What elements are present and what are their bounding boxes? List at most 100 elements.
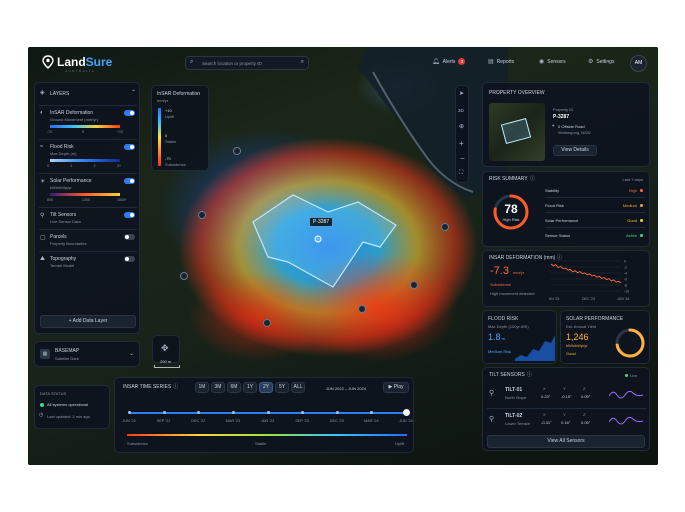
layer-item[interactable]: ⛰ Topography Terrain Model — [39, 251, 137, 273]
layer-name: Topography — [50, 256, 77, 262]
tilt-sensor-row[interactable]: ⚲ TILT-02 Lower Terrace X -0.31° Y 0.18° Z 0.05° — [487, 408, 647, 430]
play-button[interactable]: ▶ Play — [383, 382, 409, 393]
search-input[interactable]: ⌕ Search location or property ID ⌕ — [185, 56, 309, 70]
globe-icon[interactable]: ⊕ — [459, 123, 464, 130]
layer-icon: ☀ — [40, 179, 46, 185]
insar-deformation-panel: INSAR DEFORMATION (mm) ⓘ -7.3 mm/yr Subs… — [482, 250, 650, 307]
range-option[interactable]: 3M — [211, 382, 225, 393]
layer-toggle[interactable] — [124, 234, 135, 240]
zoom-out-icon[interactable]: − — [460, 154, 465, 163]
layer-sub: Live Sensor Data — [50, 219, 81, 224]
flood-title: FLOOD RISK — [488, 316, 519, 322]
info-icon[interactable]: ⓘ — [527, 371, 532, 378]
range-option[interactable]: 5Y — [275, 382, 289, 393]
tilt-sensor-pin[interactable] — [441, 223, 449, 231]
layer-tick: 3+ — [117, 164, 121, 168]
logo[interactable]: Land Sure — [42, 55, 112, 69]
sensors-button[interactable]: ◉ Sensors — [539, 58, 566, 66]
basemap-panel[interactable]: ▦ BASEMAP Satellite Dark ⌄ — [34, 341, 140, 367]
risk-row-divider — [545, 212, 645, 213]
compass-icon: ✥ — [161, 343, 169, 353]
tilt-sensor-pin[interactable] — [180, 272, 188, 280]
zoom-in-icon[interactable]: + — [459, 139, 464, 148]
risk-period: Last 7 days — [622, 177, 643, 182]
property-address-line2: Wollongong, NSW — [558, 130, 591, 135]
tilt-sensor-pin[interactable] — [410, 281, 418, 289]
layer-tick: -70 — [47, 130, 53, 134]
timeseries-title: INSAR TIME SERIES — [123, 384, 172, 390]
layer-item[interactable]: ☀ Solar Performance kWh/kWp/yr 800 1200 1600+ — [39, 173, 137, 207]
tilt-sparkline-path — [609, 416, 643, 425]
layers-title: LAYERS — [50, 91, 70, 97]
location-icon: ⌖ — [552, 123, 555, 128]
layer-sub: kWh/kWp/yr — [50, 185, 72, 190]
tilt-axis-label: Z — [583, 386, 586, 391]
flood-risk-panel: FLOOD RISK Max Depth (100yr ARI) 1.8 m M… — [482, 310, 557, 364]
layer-toggle[interactable] — [124, 110, 135, 116]
layer-tick: 0 — [82, 130, 84, 134]
tilt-sensor-pin[interactable] — [233, 147, 241, 155]
chevron-up-icon[interactable]: ⌃ — [131, 89, 136, 96]
insar-chart: 0 -2 -4 -6 -8 -10 JUN '23 DEC '23 JUN '24 — [549, 260, 629, 302]
layer-icon: ≈ — [40, 144, 44, 150]
range-option[interactable]: 6M — [227, 382, 241, 393]
layer-name: Flood Risk — [50, 144, 74, 150]
settings-label: Settings — [596, 58, 615, 65]
legend-label: Uplift — [165, 114, 175, 119]
navigate-icon[interactable]: ➤ — [459, 90, 464, 97]
tilt-sensor-pin[interactable] — [263, 319, 271, 327]
info-icon[interactable]: ⓘ — [530, 175, 535, 182]
layer-color-bar — [50, 159, 120, 162]
reports-button[interactable]: ▤ Reports — [488, 58, 514, 66]
layer-item[interactable]: ≈ Flood Risk Max Depth (m) 0 1 2 3+ — [39, 139, 137, 173]
bell-icon: 🔔︎ — [432, 59, 440, 65]
header: Land Sure AUSTRALIA ⌕ Search location or… — [28, 47, 658, 79]
layer-item[interactable]: ▢ Parcels Property Boundaries — [39, 229, 137, 251]
flood-value: 1.8 — [488, 332, 501, 342]
tilt-sensor-row[interactable]: ⚲ TILT-01 North Slope X 0.23° Y -0.15° Z 0.05° — [487, 383, 647, 405]
timeline-date-label: DEC '22 — [191, 419, 206, 423]
parcel-marker[interactable] — [314, 235, 322, 243]
layer-toggle[interactable] — [124, 212, 135, 218]
risk-row-dot — [640, 189, 643, 192]
search-submit-icon[interactable]: ⌕ — [301, 59, 304, 66]
layer-item[interactable]: ⚲ Tilt Sensors Live Sensor Data — [39, 207, 137, 229]
view-all-sensors-button[interactable]: View All Sensors — [487, 435, 645, 448]
document-icon: ▤ — [488, 59, 494, 65]
range-option[interactable]: 2Y — [259, 382, 273, 393]
search-icon: ⌕ — [190, 59, 194, 65]
clock-icon: ◷ — [39, 412, 44, 418]
layer-toggle[interactable] — [124, 144, 135, 150]
timeseries-gradient-bar — [127, 434, 407, 436]
timeline-handle[interactable] — [403, 409, 410, 416]
layer-toggle[interactable] — [124, 256, 135, 262]
tilt-sensor-icon: ⚲ — [489, 390, 495, 397]
layer-color-bar — [50, 193, 120, 196]
risk-row-value: Active — [626, 233, 637, 238]
layer-tick: +10 — [117, 130, 123, 134]
fullscreen-icon[interactable]: ⛶ — [459, 170, 463, 177]
risk-row-divider — [545, 197, 645, 198]
layer-sub: Terrain Model — [50, 263, 75, 268]
avatar[interactable]: AM — [630, 55, 647, 72]
tilt-sensor-name: TILT-02 — [505, 413, 523, 419]
tilt-sensor-pin[interactable] — [198, 211, 206, 219]
layer-item[interactable]: ◐ InSAR Deformation Ground Movement (mm/yr… — [39, 105, 137, 139]
range-option[interactable]: ALL — [291, 382, 305, 393]
alerts-button[interactable]: 🔔︎ Alerts 3 — [432, 58, 466, 65]
range-option[interactable]: 1M — [195, 382, 209, 393]
add-data-layer-button[interactable]: + Add Data Layer — [40, 315, 136, 328]
tilt-sensor-pin[interactable] — [358, 305, 366, 313]
chevron-down-icon[interactable]: ⌄ — [129, 350, 134, 357]
risk-row-value: High — [628, 188, 637, 193]
layer-toggle[interactable] — [124, 178, 135, 184]
insar-legend: InSAR Deformation mm/yr +10 Uplift 0 Sta… — [151, 85, 209, 171]
alerts-count-badge: 3 — [458, 58, 466, 65]
range-option[interactable]: 1Y — [243, 382, 257, 393]
layers-header[interactable]: ◈ LAYERS ⌃ — [40, 89, 136, 99]
info-icon[interactable]: ⓘ — [173, 383, 178, 390]
view-details-button[interactable]: View Details — [553, 145, 597, 156]
settings-button[interactable]: ⚙ Settings — [588, 58, 615, 66]
tilt-axis-label: Y — [563, 386, 566, 391]
3d-toggle-button[interactable]: 3D — [458, 108, 464, 113]
